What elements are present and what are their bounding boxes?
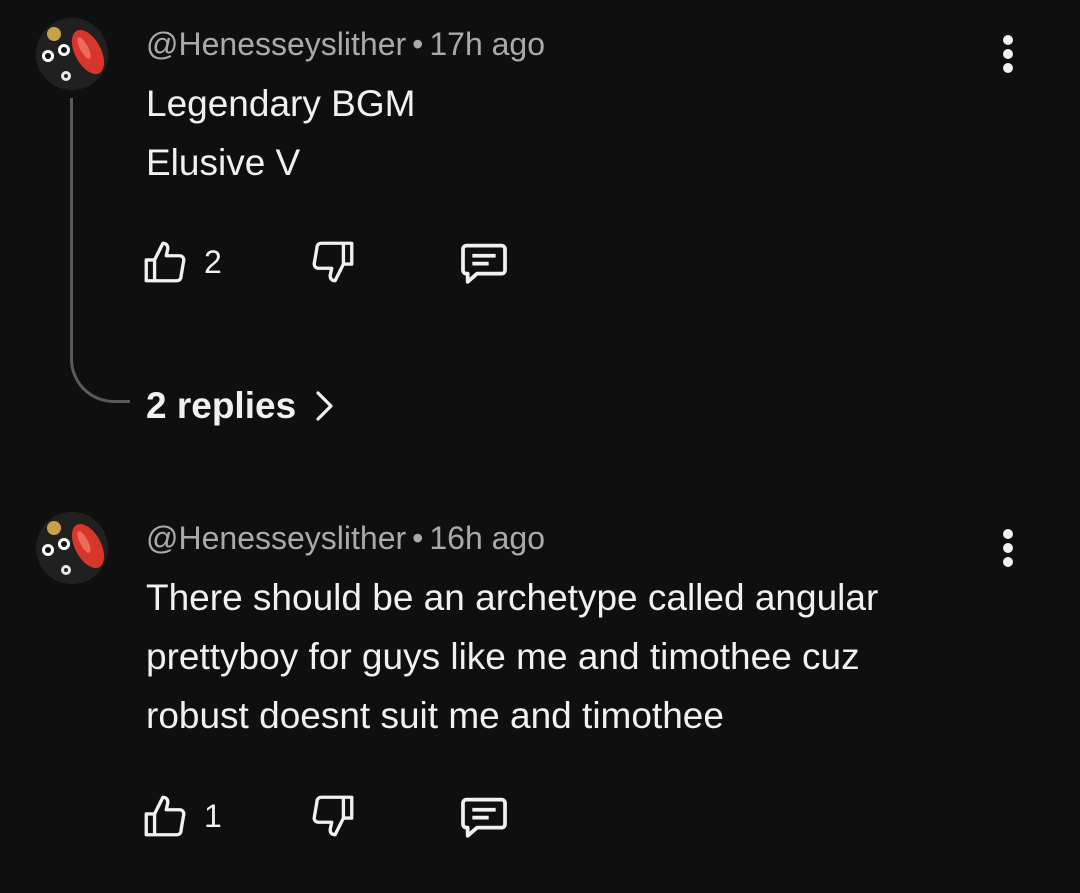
timestamp[interactable]: 16h ago [429,520,545,556]
reply-button[interactable] [456,234,512,290]
like-count: 1 [204,797,222,834]
meta-separator: • [412,26,424,62]
comment-text: Legendary BGM Elusive V [146,74,1006,192]
avatar-image [36,18,108,90]
comment-text-line: prettyboy for guys like me and timothee … [146,636,860,677]
thumbs-down-icon [312,795,354,837]
chevron-right-icon [316,391,333,421]
comment-actions: 2 [140,234,560,290]
author-handle[interactable]: @Henesseyslither [146,26,406,62]
thumbs-up-icon [144,241,186,283]
reply-comment-icon [461,797,507,838]
avatar[interactable] [36,512,108,584]
replies-label: 2 replies [146,385,297,426]
comment-meta: @Henesseyslither • 16h ago [146,518,545,558]
timestamp[interactable]: 17h ago [429,26,545,62]
comment-text-line: robust doesnt suit me and timothee [146,695,724,736]
dislike-button[interactable] [308,234,358,290]
thumbs-up-icon [144,795,186,837]
view-replies-button[interactable]: 2 replies [146,380,336,432]
meta-separator: • [412,520,424,556]
thumbs-down-icon [312,241,354,283]
dislike-button[interactable] [308,788,358,844]
comment-text-line: There should be an archetype called angu… [146,577,879,618]
comment-text-line: Legendary BGM [146,83,416,124]
more-vertical-icon [1003,35,1013,73]
comment-text: There should be an archetype called angu… [146,568,1006,745]
comment-text-line: Elusive V [146,142,301,183]
comment-meta: @Henesseyslither • 17h ago [146,24,545,64]
more-vertical-icon [1003,529,1013,567]
comment-actions: 1 [140,788,560,844]
reply-comment-icon [461,243,507,284]
like-button[interactable]: 1 [140,788,222,844]
reply-button[interactable] [456,788,512,844]
avatar[interactable] [36,18,108,90]
like-button[interactable]: 2 [140,234,222,290]
thread-connector-line [70,98,130,403]
avatar-image [36,512,108,584]
author-handle[interactable]: @Henesseyslither [146,520,406,556]
like-count: 2 [204,243,222,280]
